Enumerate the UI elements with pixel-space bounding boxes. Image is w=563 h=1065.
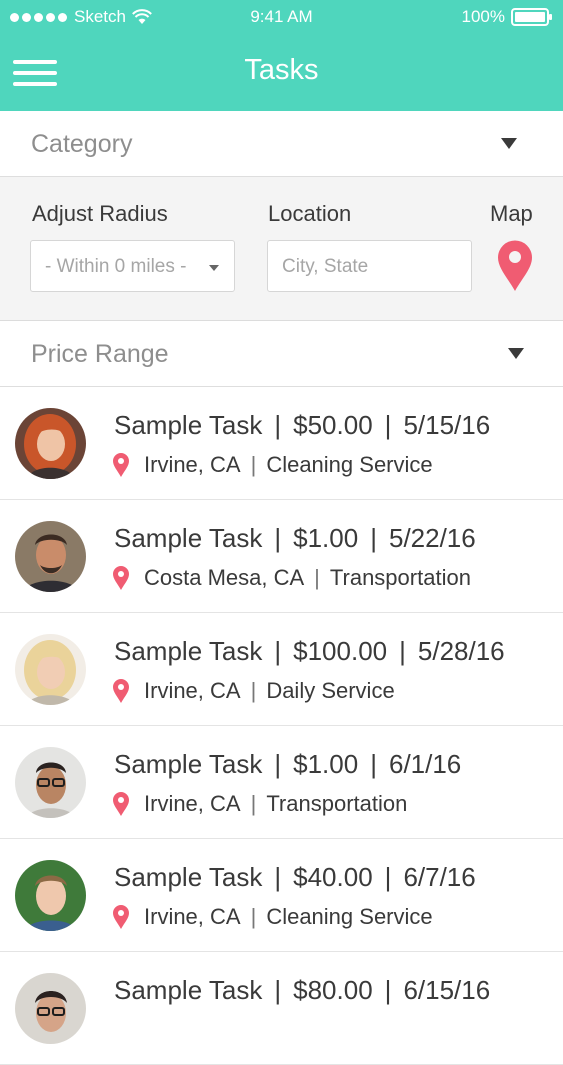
separator: | [370,749,377,779]
separator: | [384,410,392,440]
radius-select[interactable]: - Within 0 miles - [30,240,235,292]
separator: | [274,975,282,1005]
location-pin-icon [113,792,129,816]
task-location: Irvine, CA [144,452,241,477]
task-price: $50.00 [293,410,373,440]
task-location: Irvine, CA [144,678,241,703]
task-item[interactable]: Sample Task | $1.00 | 6/1/16 Irvine, CA | Tran… [0,726,563,839]
battery-percent: 100% [461,7,505,26]
location-pin-icon [113,566,129,590]
task-date: 6/15/16 [403,975,491,1005]
task-location: Irvine, CA [144,904,241,929]
task-date: 5/15/16 [403,410,491,440]
task-title: Sample Task | $1.00 | 6/1/16 [114,749,461,780]
task-location: Costa Mesa, CA [144,565,305,590]
task-category: Daily Service [266,678,395,703]
avatar [15,973,86,1044]
radius-label: Adjust Radius [32,201,168,226]
task-date: 6/7/16 [403,862,476,892]
location-pin-icon [113,679,129,703]
separator: | [250,678,257,703]
separator: | [384,862,392,892]
task-title: Sample Task | $1.00 | 5/22/16 [114,523,476,554]
task-name: Sample Task [114,975,263,1005]
avatar [15,521,86,592]
task-item[interactable]: Sample Task | $40.00 | 6/7/16 Irvine, CA | Cle… [0,839,563,952]
location-pin-icon [113,453,129,477]
task-item[interactable]: Sample Task | $80.00 | 6/15/16 [0,952,563,1065]
task-title: Sample Task | $50.00 | 5/15/16 [114,410,490,441]
separator: | [274,523,282,553]
page-title: Tasks [244,54,319,86]
app-header: Sketch 9:41 AM 100% Tasks [0,0,563,111]
task-price: $1.00 [293,749,359,779]
task-meta: Irvine, CA | Daily Service [112,678,395,704]
radius-value: - Within 0 miles - [45,256,187,277]
task-date: 6/1/16 [388,749,462,779]
battery-group: 100% [462,7,553,27]
task-item[interactable]: Sample Task | $1.00 | 5/22/16 Costa Mesa, CA… [0,500,563,613]
location-label: Location [268,201,352,226]
task-name: Sample Task [114,749,263,779]
price-range-label: Price Range [31,340,169,368]
chevron-down-icon [508,348,524,359]
location-input[interactable]: City, State [267,240,472,292]
task-category: Cleaning Service [266,904,433,929]
task-name: Sample Task [114,862,263,892]
task-category: Transportation [266,791,408,816]
category-dropdown[interactable]: Category [0,111,563,177]
map-label: Map [490,201,533,226]
task-meta: Costa Mesa, CA | Transportation [112,565,471,591]
chevron-down-icon [209,265,219,271]
task-meta: Irvine, CA | Cleaning Service [112,452,433,478]
separator: | [250,791,257,816]
task-list: Sample Task | $50.00 | 5/15/16 Irvine, CA | Cl… [0,387,563,1065]
task-category: Cleaning Service [266,452,433,477]
separator: | [399,636,406,666]
chevron-down-icon [501,138,517,149]
status-bar: Sketch 9:41 AM 100% [0,0,563,34]
task-title: Sample Task | $100.00 | 5/28/16 [114,636,505,667]
battery-icon [511,8,552,26]
avatar [15,634,86,705]
map-pin-icon[interactable] [497,240,533,292]
task-name: Sample Task [114,636,263,666]
separator: | [250,904,257,929]
separator: | [370,523,377,553]
separator: | [274,636,282,666]
separator: | [250,452,257,477]
task-category: Transportation [329,565,471,590]
separator: | [314,565,320,590]
avatar [15,747,86,818]
avatar [15,408,86,479]
task-item[interactable]: Sample Task | $50.00 | 5/15/16 Irvine, CA | Cl… [0,387,563,500]
separator: | [274,862,282,892]
location-placeholder: City, State [282,256,369,277]
task-name: Sample Task [114,523,263,553]
price-range-dropdown[interactable]: Price Range [0,321,563,387]
task-price: $100.00 [293,636,388,666]
task-date: 5/22/16 [388,523,476,553]
task-title: Sample Task | $40.00 | 6/7/16 [114,862,476,893]
task-price: $1.00 [293,523,359,553]
task-date: 5/28/16 [417,636,505,666]
task-location: Irvine, CA [144,791,241,816]
separator: | [384,975,392,1005]
task-title: Sample Task | $80.00 | 6/15/16 [114,975,490,1006]
location-pin-icon [113,905,129,929]
task-meta: Irvine, CA | Transportation [112,791,407,817]
avatar [15,860,86,931]
separator: | [274,410,282,440]
task-item[interactable]: Sample Task | $100.00 | 5/28/16 Irvine, CA | D… [0,613,563,726]
separator: | [274,749,282,779]
task-meta: Irvine, CA | Cleaning Service [112,904,433,930]
task-price: $80.00 [293,975,373,1005]
task-name: Sample Task [114,410,263,440]
category-label: Category [31,130,133,158]
task-price: $40.00 [293,862,373,892]
filter-panel: Adjust Radius - Within 0 miles - Locatio… [0,177,563,321]
